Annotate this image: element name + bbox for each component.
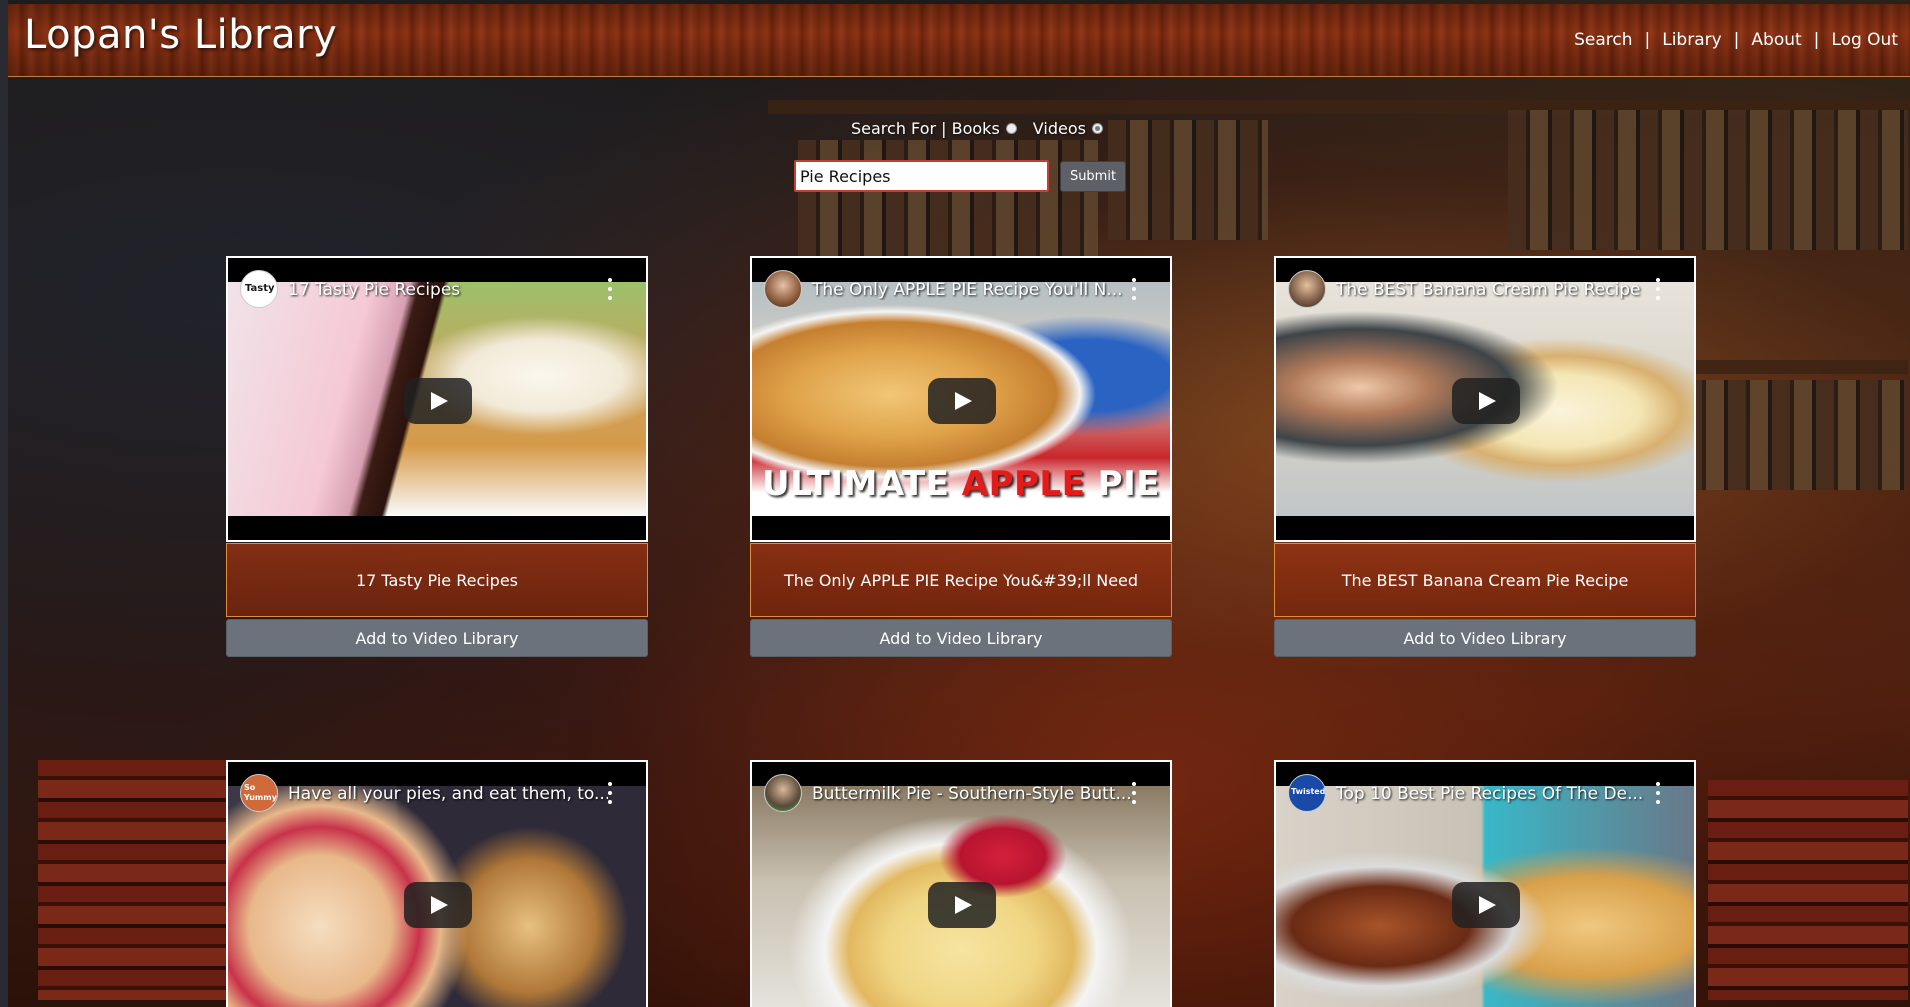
nav-separator: |	[1733, 30, 1740, 50]
more-options-icon[interactable]	[1132, 782, 1138, 804]
nav-library[interactable]: Library	[1662, 30, 1721, 50]
add-to-library-button[interactable]: Add to Video Library	[750, 619, 1172, 657]
books-radio[interactable]	[1005, 123, 1017, 134]
nav-separator: |	[1813, 30, 1820, 50]
nav-log-out[interactable]: Log Out	[1831, 30, 1898, 50]
more-options-icon[interactable]	[608, 278, 614, 300]
add-to-library-button[interactable]: Add to Video Library	[226, 619, 648, 657]
more-options-icon[interactable]	[608, 782, 614, 804]
search-for-label: Search For | Books	[851, 119, 1000, 138]
stacked-books	[1708, 780, 1908, 1000]
channel-avatar[interactable]	[1288, 270, 1326, 308]
tasty-logo: Tasty	[245, 283, 275, 294]
play-icon[interactable]	[1452, 882, 1520, 928]
play-icon[interactable]	[928, 378, 996, 424]
nav-bar: Search | Library | About | Log Out	[1574, 30, 1898, 50]
more-options-icon[interactable]	[1656, 782, 1662, 804]
videos-radio[interactable]	[1091, 123, 1103, 134]
video-player[interactable]: ULTIMATE APPLE PIE The Only APPLE PIE Re…	[750, 256, 1172, 542]
thumbnail-banner: ULTIMATE APPLE PIE	[762, 464, 1160, 504]
video-player[interactable]: The BEST Banana Cream Pie Recipe	[1274, 256, 1696, 542]
submit-button[interactable]: Submit	[1060, 161, 1126, 192]
channel-avatar[interactable]: Twisted	[1288, 774, 1326, 812]
video-thumb-title[interactable]: The BEST Banana Cream Pie Recipe	[1336, 280, 1656, 300]
play-icon[interactable]	[1452, 378, 1520, 424]
channel-avatar[interactable]: Tasty	[240, 270, 278, 308]
banner-end-text: PIE	[1085, 464, 1160, 504]
nav-about[interactable]: About	[1751, 30, 1801, 50]
so-yummy-logo: So Yummy	[244, 783, 277, 802]
banner-white-text: ULTIMATE	[762, 464, 962, 504]
bookshelf-books	[1108, 120, 1268, 240]
site-header: Lopan's Library Search | Library | About…	[8, 4, 1910, 77]
video-player[interactable]: Buttermilk Pie - Southern-Style Butt...	[750, 760, 1172, 1007]
more-options-icon[interactable]	[1656, 278, 1662, 300]
site-brand[interactable]: Lopan's Library	[24, 12, 337, 58]
video-player[interactable]: Tasty 17 Tasty Pie Recipes	[226, 256, 648, 542]
video-thumb-title[interactable]: Have all your pies, and eat them, to...	[288, 784, 608, 804]
bookshelf-books	[1508, 110, 1908, 250]
more-options-icon[interactable]	[1132, 278, 1138, 300]
left-edge-strip	[0, 0, 8, 1007]
channel-avatar[interactable]	[764, 774, 802, 812]
search-input[interactable]	[794, 160, 1049, 192]
video-thumb-title[interactable]: The Only APPLE PIE Recipe You'll N...	[812, 280, 1132, 300]
play-icon[interactable]	[404, 882, 472, 928]
video-thumb-title[interactable]: Top 10 Best Pie Recipes Of The De...	[1336, 784, 1656, 804]
video-caption: The Only APPLE PIE Recipe You&#39;ll Nee…	[750, 543, 1172, 617]
twisted-logo: Twisted	[1291, 787, 1326, 796]
play-icon[interactable]	[404, 378, 472, 424]
stacked-books	[38, 760, 228, 1000]
video-caption: 17 Tasty Pie Recipes	[226, 543, 648, 617]
video-player[interactable]: Twisted Top 10 Best Pie Recipes Of The D…	[1274, 760, 1696, 1007]
banner-red-text: APPLE	[961, 464, 1086, 504]
channel-avatar[interactable]: So Yummy	[240, 774, 278, 812]
channel-avatar[interactable]	[764, 270, 802, 308]
video-thumb-title[interactable]: 17 Tasty Pie Recipes	[288, 280, 608, 300]
video-player[interactable]: So Yummy Have all your pies, and eat the…	[226, 760, 648, 1007]
videos-label: Videos	[1032, 119, 1086, 138]
add-to-library-button[interactable]: Add to Video Library	[1274, 619, 1696, 657]
nav-separator: |	[1644, 30, 1651, 50]
video-thumb-title[interactable]: Buttermilk Pie - Southern-Style Butt...	[812, 784, 1132, 804]
search-type-selector: Search For | Books Videos	[851, 119, 1119, 138]
nav-search[interactable]: Search	[1574, 30, 1632, 50]
play-icon[interactable]	[928, 882, 996, 928]
video-caption: The BEST Banana Cream Pie Recipe	[1274, 543, 1696, 617]
